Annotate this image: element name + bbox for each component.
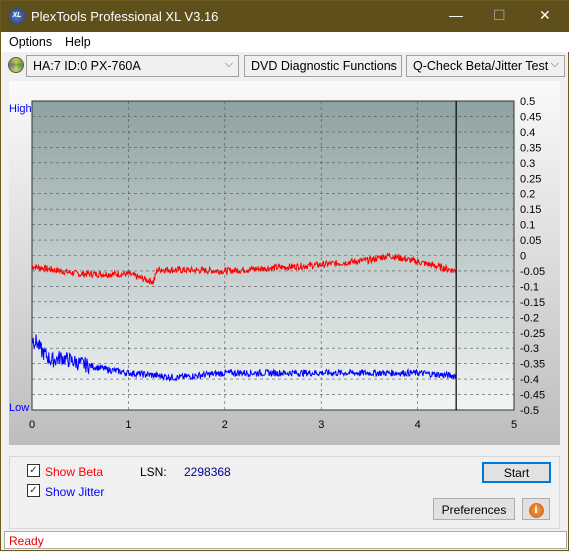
x-tick-label: 5: [511, 419, 517, 431]
show-jitter-label[interactable]: Show Jitter: [45, 485, 104, 499]
y-tick-label: 0.15: [520, 204, 541, 216]
x-tick-label: 1: [125, 419, 131, 431]
y-tick-label: 0.4: [520, 127, 535, 139]
y-tick-label: -0.45: [520, 390, 545, 402]
low-label: Low: [9, 402, 30, 414]
status-bar: Ready: [4, 531, 567, 549]
y-tick-label: 0.5: [520, 96, 535, 108]
info-button[interactable]: i: [522, 498, 550, 520]
show-beta-checkbox[interactable]: ✓: [27, 464, 40, 477]
y-tick-label: 0.1: [520, 220, 535, 232]
lsn-value: 2298368: [184, 465, 231, 479]
show-jitter-checkbox[interactable]: ✓: [27, 484, 40, 497]
high-label: High: [9, 103, 32, 115]
y-tick-label: 0.35: [520, 142, 541, 154]
y-tick-label: 0.3: [520, 158, 535, 170]
y-tick-label: -0.4: [520, 374, 539, 386]
y-tick-label: 0.2: [520, 189, 535, 201]
y-tick-label: 0.25: [520, 173, 541, 185]
y-tick-label: 0.45: [520, 111, 541, 123]
y-tick-label: -0.35: [520, 359, 545, 371]
y-tick-label: 0.05: [520, 235, 541, 247]
y-tick-label: -0.15: [520, 297, 545, 309]
y-tick-label: -0.1: [520, 281, 539, 293]
lsn-label: LSN:: [140, 465, 167, 479]
y-tick-label: -0.5: [520, 405, 539, 417]
show-beta-label[interactable]: Show Beta: [45, 465, 103, 479]
x-tick-label: 4: [415, 419, 421, 431]
start-button[interactable]: Start: [482, 462, 551, 483]
x-tick-label: 3: [318, 419, 324, 431]
y-tick-label: 0: [520, 251, 526, 263]
preferences-button[interactable]: Preferences: [433, 498, 515, 520]
info-icon: i: [528, 503, 544, 518]
y-tick-label: -0.2: [520, 312, 539, 324]
y-tick-label: -0.3: [520, 343, 539, 355]
x-tick-label: 2: [222, 419, 228, 431]
y-tick-label: -0.05: [520, 266, 545, 278]
x-tick-label: 0: [29, 419, 35, 431]
y-tick-label: -0.25: [520, 328, 545, 340]
